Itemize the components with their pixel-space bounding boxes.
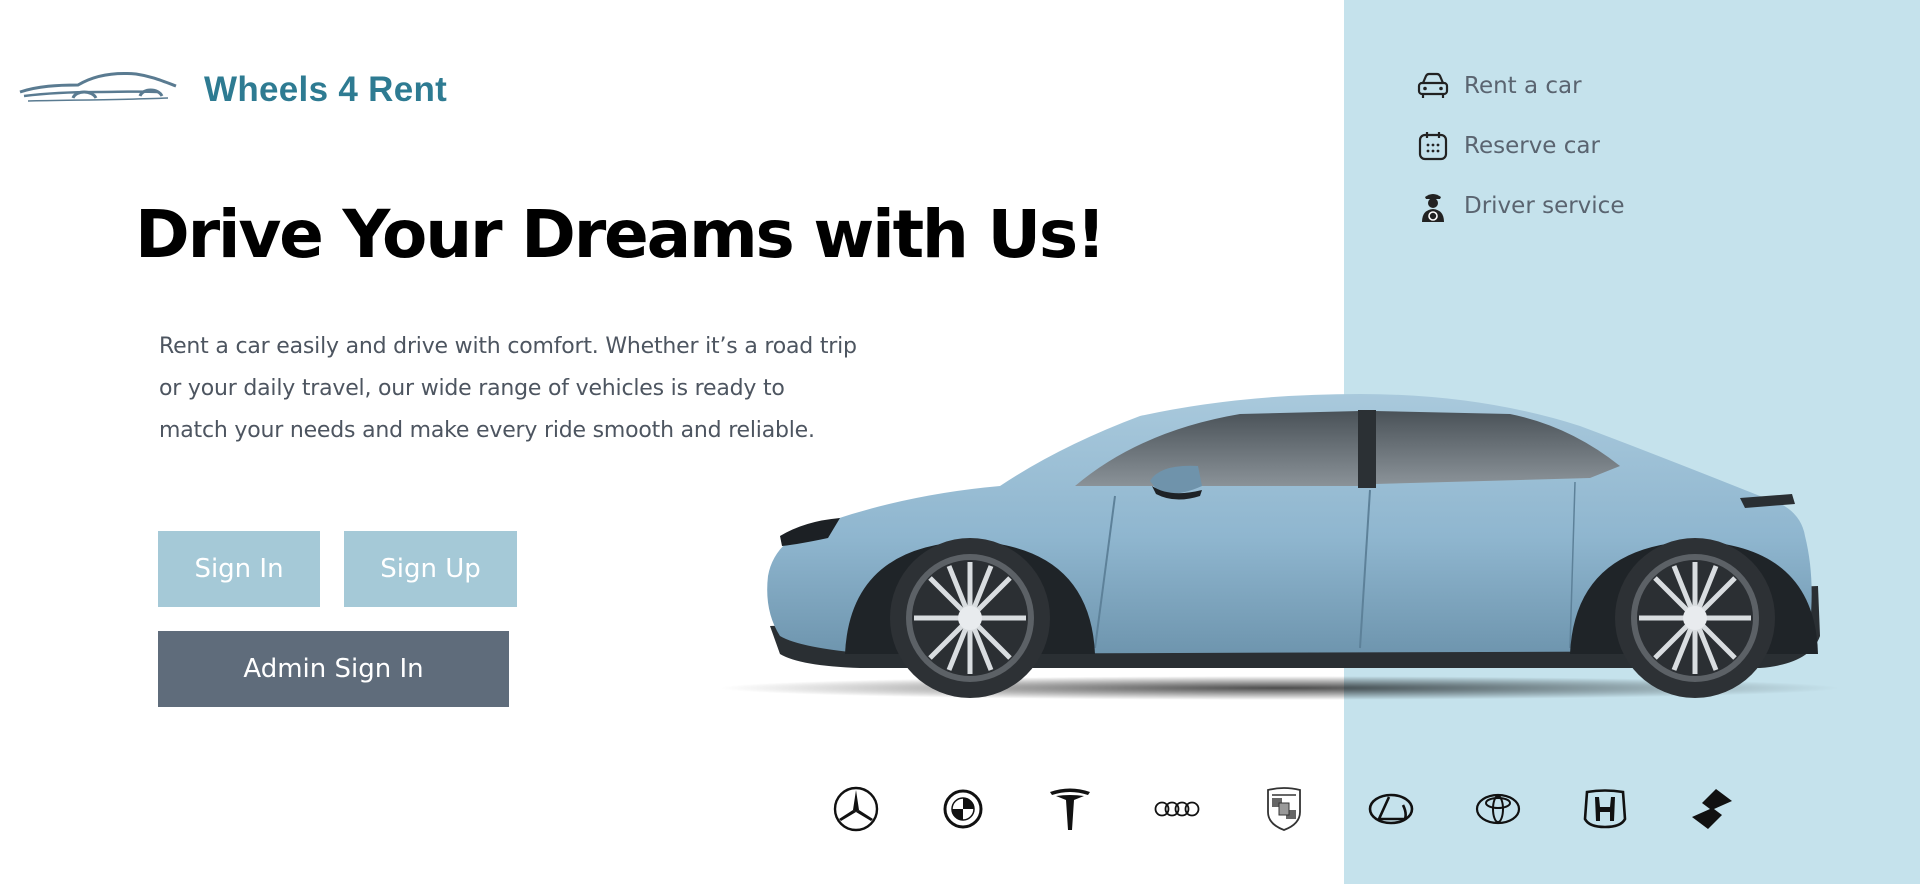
calendar-icon: [1416, 129, 1450, 163]
car-icon: [1416, 69, 1450, 103]
hero-title: Drive Your Dreams with Us!: [135, 196, 1106, 273]
car-image: [720, 394, 1840, 700]
menu-item-rent-a-car[interactable]: Rent a car: [1416, 68, 1624, 104]
menu-item-driver-service[interactable]: Driver service: [1416, 188, 1624, 224]
mercedes-logo-icon[interactable]: [831, 784, 881, 834]
logo[interactable]: Wheels 4 Rent: [18, 62, 448, 120]
service-menu: Rent a car Reserve car Driver service: [1416, 68, 1624, 248]
audi-logo-icon[interactable]: [1152, 784, 1202, 834]
sign-up-button[interactable]: Sign Up: [344, 531, 517, 607]
sign-in-button[interactable]: Sign In: [158, 531, 320, 607]
front-wheel: [890, 538, 1050, 698]
menu-item-reserve-car[interactable]: Reserve car: [1416, 128, 1624, 164]
menu-item-label: Reserve car: [1464, 133, 1600, 159]
driver-icon: [1416, 189, 1450, 223]
porsche-logo-icon[interactable]: [1259, 784, 1309, 834]
menu-item-label: Driver service: [1464, 193, 1625, 219]
brand-logos: [831, 784, 1751, 838]
car-silhouette-logo-icon: [19, 72, 177, 102]
lexus-logo-icon[interactable]: [1366, 784, 1416, 834]
honda-logo-icon[interactable]: [1580, 784, 1630, 834]
logo-text: Wheels 4 Rent: [204, 70, 448, 109]
tesla-logo-icon[interactable]: [1045, 784, 1095, 834]
bmw-logo-icon[interactable]: [938, 784, 988, 834]
admin-sign-in-button[interactable]: Admin Sign In: [158, 631, 509, 707]
toyota-logo-icon[interactable]: [1473, 784, 1523, 834]
suzuki-logo-icon[interactable]: [1687, 784, 1737, 834]
menu-item-label: Rent a car: [1464, 73, 1582, 99]
rear-wheel: [1615, 538, 1775, 698]
